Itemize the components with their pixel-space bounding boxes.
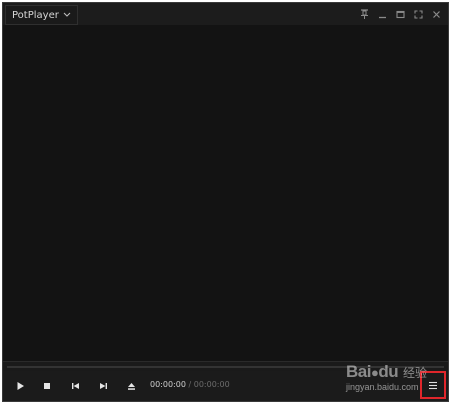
fullscreen-icon [413, 9, 423, 19]
next-icon [99, 382, 108, 390]
minimize-button[interactable] [374, 6, 390, 22]
control-bar: 00:00:00 / 00:00:00 [3, 371, 448, 401]
total-time: 00:00:00 [193, 380, 230, 389]
fullscreen-button[interactable] [410, 6, 426, 22]
minimize-icon [378, 10, 387, 19]
previous-button[interactable] [66, 377, 84, 395]
current-time: 00:00:00 [150, 380, 186, 389]
time-separator: / [188, 380, 192, 389]
maximize-icon [395, 10, 405, 19]
main-menu-button[interactable] [420, 371, 446, 399]
eject-icon [127, 382, 136, 391]
seek-track[interactable] [7, 366, 444, 368]
window-controls [356, 5, 444, 23]
potplayer-window: PotPlayer 00:00:00 / 00:00:00 [2, 2, 449, 402]
play-icon [16, 381, 25, 391]
stop-button[interactable] [38, 377, 56, 395]
next-button[interactable] [94, 377, 112, 395]
play-button[interactable] [11, 377, 29, 395]
menu-icon [428, 381, 438, 390]
app-title: PotPlayer [12, 9, 59, 21]
pin-icon [360, 9, 369, 19]
chevron-down-icon [63, 12, 71, 18]
app-title-menu[interactable]: PotPlayer [5, 5, 78, 25]
maximize-button[interactable] [392, 6, 408, 22]
time-display: 00:00:00 / 00:00:00 [150, 380, 230, 389]
previous-icon [71, 382, 80, 390]
title-bar[interactable]: PotPlayer [3, 3, 448, 26]
close-icon [432, 10, 441, 19]
close-button[interactable] [428, 6, 444, 22]
eject-button[interactable] [122, 377, 140, 395]
video-display-area[interactable] [3, 25, 448, 361]
stop-icon [43, 382, 51, 390]
pin-button[interactable] [356, 6, 372, 22]
